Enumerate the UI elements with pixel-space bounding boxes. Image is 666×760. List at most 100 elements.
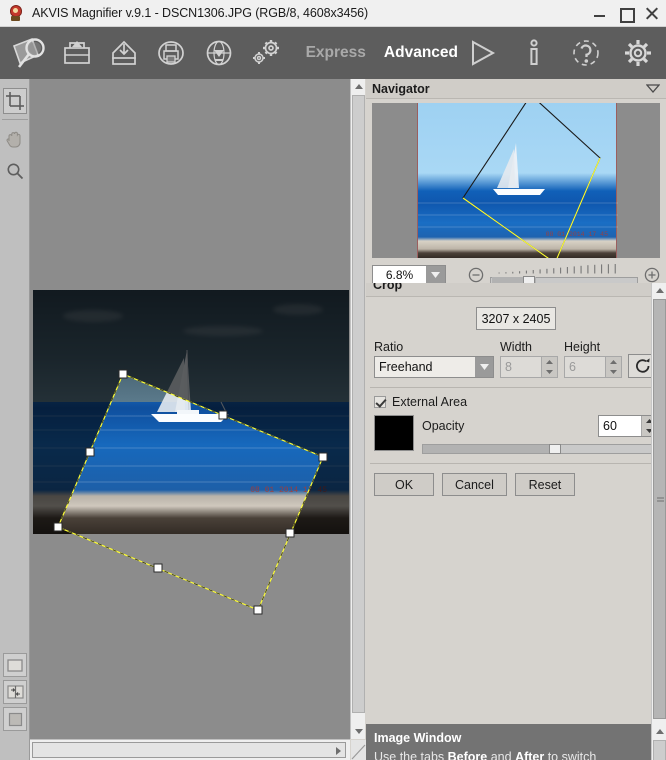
hint-panel: Image Window Use the tabs Before and Aft…: [366, 724, 666, 760]
scroll-right-arrow[interactable]: [331, 743, 346, 758]
preferences-gear-icon[interactable]: [616, 31, 660, 75]
print-image-icon[interactable]: [150, 31, 193, 75]
external-area-checkbox[interactable]: [374, 396, 386, 408]
opacity-slider[interactable]: [422, 444, 658, 454]
help-question-icon[interactable]: [564, 31, 608, 75]
navigator-title: Navigator: [372, 81, 430, 96]
crop-panel-header: Crop: [366, 283, 666, 297]
image-preview: 08 01 2014 17 45: [33, 290, 349, 534]
ratio-combobox[interactable]: Freehand: [374, 356, 494, 378]
crop-tool[interactable]: [1, 85, 29, 117]
open-image-icon[interactable]: [55, 31, 98, 75]
settings-scroll-up-arrow[interactable]: [652, 283, 666, 298]
hint-title: Image Window: [374, 731, 462, 745]
settings-vscroll-thumb[interactable]: [653, 299, 666, 719]
hint-vscroll-thumb[interactable]: [653, 740, 666, 760]
panel-divider-2: [370, 463, 662, 464]
close-button[interactable]: [645, 7, 658, 20]
external-area-row[interactable]: External Area: [374, 395, 658, 409]
zoom-tool[interactable]: [1, 155, 29, 187]
title-bar: AKVIS Magnifier v.9.1 - DSCN1306.JPG (RG…: [0, 0, 666, 27]
crop-handle-br: [253, 605, 263, 615]
width-label: Width: [500, 340, 532, 354]
hint-text-mid: and: [487, 750, 516, 760]
chevron-down-icon[interactable]: [426, 265, 445, 285]
ratio-value: Freehand: [379, 360, 433, 374]
toolbar-divider: [1, 119, 28, 120]
minimize-button[interactable]: [593, 7, 606, 20]
height-spin-buttons[interactable]: [605, 357, 621, 377]
toolbar-right-group: [458, 31, 666, 75]
width-value: 8: [505, 360, 512, 374]
photo-date-stamp: 08 01 2014 17 45: [250, 486, 327, 495]
window-controls: [593, 0, 658, 27]
left-toolbar: [0, 79, 30, 760]
fit-to-screen-button[interactable]: [3, 653, 27, 677]
navigator-viewport-outline: [462, 103, 601, 258]
download-web-icon[interactable]: [197, 31, 240, 75]
tab-advanced[interactable]: Advanced: [384, 44, 458, 62]
image-canvas[interactable]: 08 01 2014 17 45: [30, 79, 350, 739]
canvas-horizontal-scrollbar[interactable]: [30, 739, 350, 760]
hint-text-bold-before: Before: [447, 750, 488, 760]
canvas-vscroll-thumb[interactable]: [352, 95, 365, 713]
hand-tool[interactable]: [1, 123, 29, 155]
chevron-down-icon[interactable]: [475, 357, 493, 377]
opacity-slider-thumb[interactable]: [549, 444, 562, 454]
crop-ratio-row: Ratio Freehand Width 8 Height 6: [374, 340, 658, 378]
hint-vertical-scrollbar[interactable]: [651, 724, 666, 760]
navigator-preview[interactable]: 08 01 2014 17 45: [372, 103, 660, 258]
opacity-label: Opacity: [422, 419, 465, 433]
split-view-button[interactable]: [3, 680, 27, 704]
width-spin-buttons[interactable]: [541, 357, 557, 377]
scroll-up-arrow[interactable]: [351, 79, 366, 94]
hint-scroll-up-arrow[interactable]: [652, 724, 666, 739]
logo-magnifier-photo-icon[interactable]: [8, 31, 51, 75]
tab-express[interactable]: Express: [306, 44, 366, 62]
crop-panel-title: Crop: [373, 283, 403, 292]
height-value: 6: [569, 360, 576, 374]
opacity-row: Opacity 60: [374, 415, 658, 454]
maximize-button[interactable]: [619, 7, 635, 23]
navigator-thumbnail: 08 01 2014 17 45: [417, 103, 618, 258]
ok-button[interactable]: OK: [374, 473, 434, 496]
width-stepper[interactable]: 8: [500, 356, 558, 378]
reset-button[interactable]: Reset: [514, 473, 575, 496]
height-stepper[interactable]: 6: [564, 356, 622, 378]
chevron-down-icon[interactable]: [645, 82, 661, 96]
canvas-corner-filler: [0, 739, 30, 760]
opacity-value: 60: [603, 419, 617, 433]
scroll-down-arrow[interactable]: [351, 724, 366, 739]
crop-handle-b: [153, 563, 163, 573]
crop-action-buttons: OK Cancel Reset: [374, 473, 658, 496]
cancel-button[interactable]: Cancel: [442, 473, 507, 496]
external-color-swatch[interactable]: [374, 415, 414, 451]
crop-size-readout: 3207 x 2405: [476, 307, 556, 330]
plus-circle-icon[interactable]: [644, 267, 660, 283]
zoom-level-value: 6.8%: [385, 268, 414, 282]
save-image-icon[interactable]: [103, 31, 146, 75]
actual-size-button[interactable]: [3, 707, 27, 731]
info-icon[interactable]: [512, 31, 556, 75]
main-toolbar: Express Advanced: [0, 27, 666, 79]
hint-text-suffix: to switch: [544, 750, 597, 760]
canvas-vertical-scrollbar[interactable]: [350, 79, 365, 739]
magnifier-logo-icon: [7, 4, 25, 22]
run-play-icon[interactable]: [460, 31, 504, 75]
navigator-header[interactable]: Navigator: [366, 79, 666, 99]
hint-text-bold-after: After: [515, 750, 545, 760]
panel-divider: [370, 387, 662, 388]
zoom-slider-ticks: [498, 264, 616, 274]
settings-gears-icon[interactable]: [244, 31, 287, 75]
application-window: AKVIS Magnifier v.9.1 - DSCN1306.JPG (RG…: [0, 0, 666, 760]
minus-circle-icon[interactable]: [468, 267, 484, 283]
window-title: AKVIS Magnifier v.9.1 - DSCN1306.JPG (RG…: [32, 6, 369, 20]
hint-text: Use the tabs Before and After to switch: [366, 747, 666, 760]
settings-vertical-scrollbar[interactable]: [651, 283, 666, 724]
right-panel: Navigator 08 01 2014 17 45 6.8% Crop 320…: [366, 79, 666, 760]
height-label: Height: [564, 340, 601, 354]
canvas-hscroll-thumb[interactable]: [32, 742, 346, 758]
opacity-stepper[interactable]: 60: [598, 415, 658, 437]
window-resize-grip[interactable]: [351, 740, 366, 760]
crop-settings-panel: Crop 3207 x 2405 Ratio Freehand Width 8 …: [366, 283, 666, 724]
